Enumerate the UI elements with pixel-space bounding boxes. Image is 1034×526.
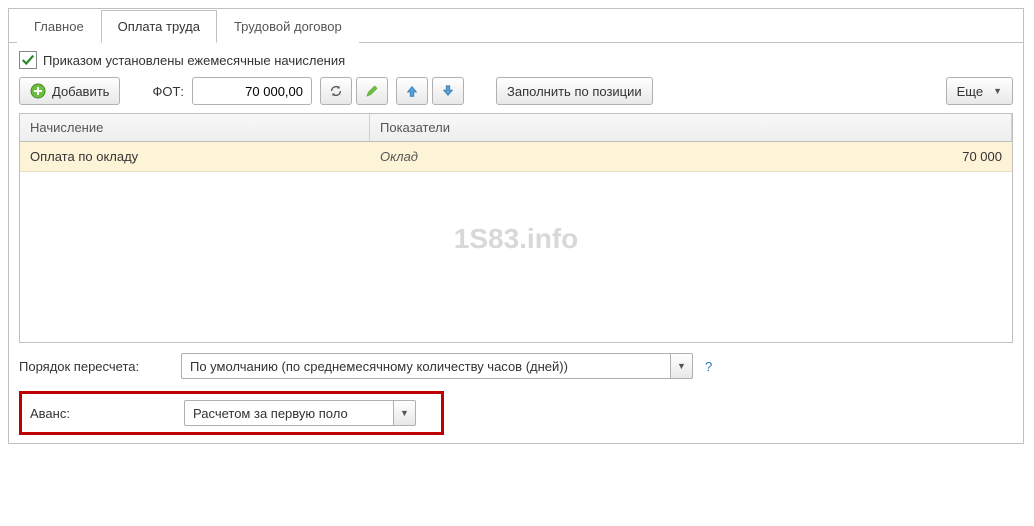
- check-icon: [21, 53, 35, 67]
- toolbar: Добавить ФОТ:: [19, 77, 1013, 105]
- advance-label: Аванс:: [22, 406, 180, 421]
- fot-label: ФОТ:: [152, 84, 184, 99]
- tab-content: Приказом установлены ежемесячные начисле…: [9, 43, 1023, 443]
- arrow-down-icon: [441, 84, 455, 98]
- tab-bar: Главное Оплата труда Трудовой договор: [9, 9, 1023, 43]
- move-button-group: [396, 77, 464, 105]
- recalc-dropdown[interactable]: ▼: [671, 353, 693, 379]
- recalc-select[interactable]: По умолчанию (по среднемесячному количес…: [181, 353, 693, 379]
- recalc-row: Порядок пересчета: По умолчанию (по сред…: [19, 353, 1013, 379]
- monthly-accrual-checkbox[interactable]: [19, 51, 37, 69]
- add-button[interactable]: Добавить: [19, 77, 120, 105]
- move-down-button[interactable]: [432, 77, 464, 105]
- column-accrual[interactable]: Начисление: [20, 114, 370, 141]
- advance-value: Расчетом за первую поло: [184, 400, 394, 426]
- monthly-accrual-label: Приказом установлены ежемесячные начисле…: [43, 53, 345, 68]
- advance-dropdown[interactable]: ▼: [394, 400, 416, 426]
- refresh-button[interactable]: [320, 77, 352, 105]
- refresh-icon: [329, 84, 343, 98]
- table-row[interactable]: Оплата по окладу Оклад 70 000: [20, 142, 1012, 172]
- arrow-up-icon: [405, 84, 419, 98]
- cell-indicator: Оклад: [370, 142, 912, 171]
- chevron-down-icon: ▼: [400, 408, 409, 418]
- plus-icon: [30, 83, 46, 99]
- chevron-down-icon: ▼: [677, 361, 686, 371]
- edit-button[interactable]: [356, 77, 388, 105]
- pencil-icon: [365, 84, 379, 98]
- tab-contract[interactable]: Трудовой договор: [217, 10, 359, 43]
- advance-highlight: Аванс: Расчетом за первую поло ▼: [19, 391, 444, 435]
- advance-row: Аванс: Расчетом за первую поло ▼: [22, 400, 433, 426]
- accrual-table: Начисление Показатели Оплата по окладу О…: [19, 113, 1013, 343]
- fill-by-position-label: Заполнить по позиции: [507, 84, 642, 99]
- chevron-down-icon: ▼: [993, 86, 1002, 96]
- more-button-label: Еще: [957, 84, 983, 99]
- window-frame: Главное Оплата труда Трудовой договор Пр…: [8, 8, 1024, 444]
- fot-input[interactable]: [192, 77, 312, 105]
- add-button-label: Добавить: [52, 84, 109, 99]
- cell-value: 70 000: [912, 142, 1012, 171]
- cell-accrual-name: Оплата по окладу: [20, 142, 370, 171]
- fill-by-position-button[interactable]: Заполнить по позиции: [496, 77, 653, 105]
- column-indicators[interactable]: Показатели: [370, 114, 1012, 141]
- advance-select[interactable]: Расчетом за первую поло ▼: [184, 400, 416, 426]
- tab-main[interactable]: Главное: [17, 10, 101, 43]
- watermark: 1S83.info: [454, 223, 578, 255]
- recalc-value: По умолчанию (по среднемесячному количес…: [181, 353, 671, 379]
- monthly-accrual-row: Приказом установлены ежемесячные начисле…: [19, 51, 1013, 69]
- more-button[interactable]: Еще ▼: [946, 77, 1013, 105]
- table-header: Начисление Показатели: [20, 114, 1012, 142]
- recalc-label: Порядок пересчета:: [19, 359, 177, 374]
- help-link[interactable]: ?: [705, 359, 712, 374]
- tab-pay[interactable]: Оплата труда: [101, 10, 217, 43]
- move-up-button[interactable]: [396, 77, 428, 105]
- edit-button-group: [320, 77, 388, 105]
